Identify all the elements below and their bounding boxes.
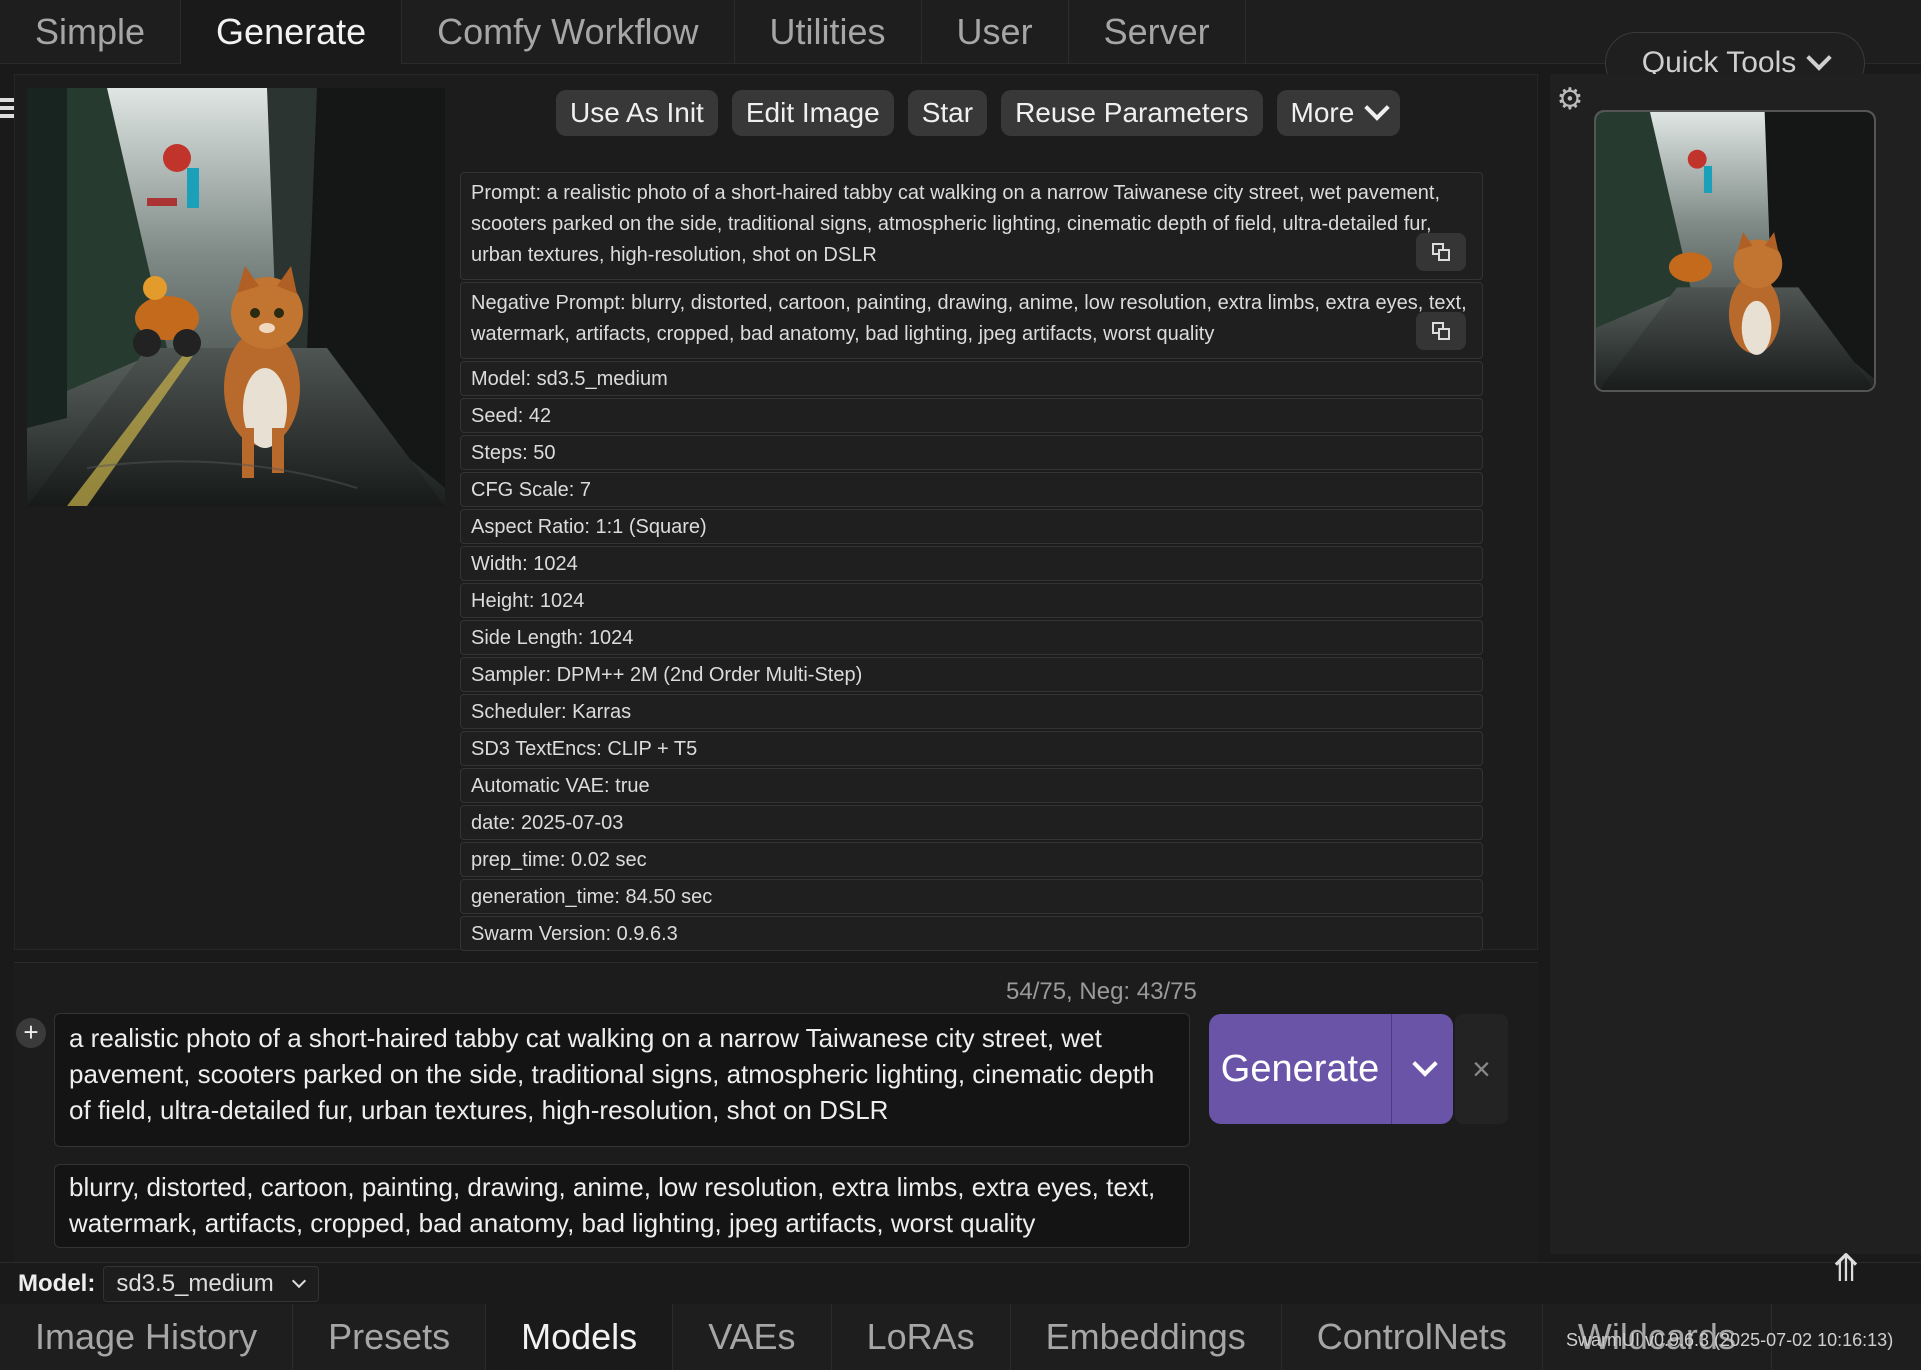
metadata-model: Model: sd3.5_medium (460, 361, 1483, 396)
generate-options-button[interactable] (1392, 1051, 1453, 1077)
copy-icon (1432, 322, 1450, 340)
metadata-width: Width: 1024 (460, 546, 1483, 581)
chevron-down-icon (1806, 45, 1832, 71)
metadata-negative-prompt: Negative Prompt: blurry, distorted, cart… (460, 282, 1483, 359)
metadata-sampler: Sampler: DPM++ 2M (2nd Order Multi-Step) (460, 657, 1483, 692)
copy-prompt-button[interactable] (1416, 233, 1466, 271)
tab-generate[interactable]: Generate (181, 0, 403, 64)
metadata-steps: Steps: 50 (460, 435, 1483, 470)
tab-simple[interactable]: Simple (0, 0, 182, 64)
metadata-aspect-ratio: Aspect Ratio: 1:1 (Square) (460, 509, 1483, 544)
tab-presets[interactable]: Presets (293, 1304, 487, 1370)
chevron-down-icon (1364, 95, 1391, 121)
cancel-button[interactable]: × (1455, 1014, 1508, 1124)
copy-icon (1432, 243, 1450, 261)
copy-negative-prompt-button[interactable] (1416, 312, 1466, 350)
more-label: More (1290, 97, 1355, 128)
version-label: SwarmUI v0.9.6.3 (2025-07-02 10:16:13) (1566, 1330, 1894, 1350)
model-select-value: sd3.5_medium (116, 1269, 274, 1297)
metadata-seed: Seed: 42 (460, 398, 1483, 433)
model-bar: Model: sd3.5_medium (0, 1262, 1921, 1304)
metadata-generation-time: generation_time: 84.50 sec (460, 879, 1483, 914)
star-button[interactable]: Star (907, 90, 988, 136)
tab-comfy-workflow[interactable]: Comfy Workflow (402, 0, 735, 64)
more-button[interactable]: More (1276, 90, 1401, 136)
chevron-down-icon (291, 1273, 306, 1288)
tab-embeddings[interactable]: Embeddings (1011, 1304, 1282, 1370)
negative-prompt-input[interactable]: blurry, distorted, cartoon, painting, dr… (54, 1164, 1190, 1248)
gear-icon[interactable]: ⚙ (1556, 85, 1584, 115)
tab-server[interactable]: Server (1069, 0, 1246, 64)
token-count: 54/75, Neg: 43/75 (1006, 978, 1197, 1005)
metadata-side-length: Side Length: 1024 (460, 620, 1483, 655)
edit-image-button[interactable]: Edit Image (731, 90, 894, 136)
add-button[interactable]: + (16, 1018, 46, 1048)
metadata-scheduler: Scheduler: Karras (460, 694, 1483, 729)
metadata-negative-prompt-text: Negative Prompt: blurry, distorted, cart… (471, 292, 1467, 345)
metadata-prompt-text: Prompt: a realistic photo of a short-hai… (471, 182, 1441, 266)
metadata-automatic-vae: Automatic VAE: true (460, 768, 1483, 803)
metadata-text-encoders: SD3 TextEncs: CLIP + T5 (460, 731, 1483, 766)
image-actions: Use As Init Edit Image Star Reuse Parame… (556, 90, 1401, 136)
tab-user[interactable]: User (922, 0, 1069, 64)
tab-utilities[interactable]: Utilities (735, 0, 922, 64)
metadata-height: Height: 1024 (460, 583, 1483, 618)
image-metadata: Prompt: a realistic photo of a short-hai… (460, 172, 1483, 953)
metadata-swarm-version: Swarm Version: 0.9.6.3 (460, 916, 1483, 951)
tab-image-history[interactable]: Image History (0, 1304, 294, 1370)
tab-models[interactable]: Models (486, 1304, 674, 1370)
metadata-prep-time: prep_time: 0.02 sec (460, 842, 1483, 877)
generate-button[interactable]: Generate (1209, 1014, 1453, 1124)
use-as-init-button[interactable]: Use As Init (556, 90, 718, 136)
metadata-prompt: Prompt: a realistic photo of a short-hai… (460, 172, 1483, 280)
model-select[interactable]: sd3.5_medium (103, 1265, 319, 1302)
reuse-parameters-button[interactable]: Reuse Parameters (1001, 90, 1263, 136)
metadata-date: date: 2025-07-03 (460, 805, 1483, 840)
expand-up-icon[interactable]: ⤊ (1830, 1246, 1862, 1291)
tab-vaes[interactable]: VAEs (673, 1304, 832, 1370)
metadata-cfg-scale: CFG Scale: 7 (460, 472, 1483, 507)
tab-loras[interactable]: LoRAs (832, 1304, 1011, 1370)
generated-image[interactable] (27, 88, 445, 506)
tab-controlnets[interactable]: ControlNets (1282, 1304, 1543, 1370)
prompt-input[interactable]: a realistic photo of a short-haired tabb… (54, 1013, 1190, 1147)
batch-thumbnail[interactable] (1594, 110, 1876, 392)
chevron-down-icon (1411, 1051, 1438, 1077)
model-label: Model: (18, 1269, 96, 1297)
generate-label: Generate (1209, 1014, 1392, 1124)
